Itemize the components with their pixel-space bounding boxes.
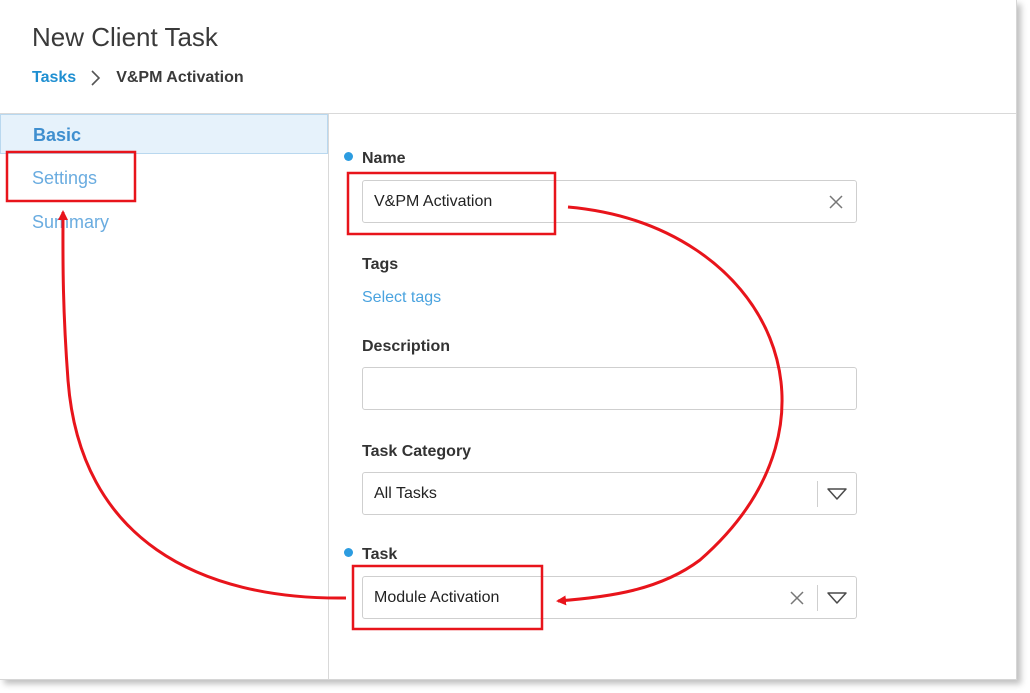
name-field[interactable]: V&PM Activation [362, 180, 857, 223]
tags-label: Tags [362, 256, 399, 273]
breadcrumb-current: V&PM Activation [116, 69, 244, 86]
task-category-value: All Tasks [374, 485, 437, 502]
task-value: Module Activation [374, 589, 500, 606]
description-field[interactable] [362, 367, 857, 410]
name-label: Name [362, 150, 406, 167]
task-category-label: Task Category [362, 443, 472, 460]
page-title: New Client Task [32, 22, 218, 52]
required-indicator [344, 152, 353, 161]
select-separator [817, 585, 818, 611]
chevron-right-icon [91, 70, 101, 86]
select-separator [817, 481, 818, 507]
sidebar-item-basic[interactable]: Basic [0, 114, 328, 154]
task-select[interactable]: Module Activation [362, 576, 857, 619]
required-indicator [344, 548, 353, 557]
sidebar-item-settings[interactable]: Settings [0, 158, 328, 198]
description-label: Description [362, 338, 451, 355]
close-icon[interactable] [828, 194, 844, 210]
sidebar: Basic Settings Summary [0, 114, 329, 679]
breadcrumb-tasks-link[interactable]: Tasks [32, 69, 76, 87]
name-value: V&PM Activation [374, 193, 493, 210]
close-icon[interactable] [789, 590, 805, 606]
breadcrumb: Tasks V&PM Activation [32, 69, 244, 87]
client-task-window: New Client Task Tasks V&PM Activation Ba… [0, 0, 1017, 680]
task-category-select[interactable]: All Tasks [362, 472, 857, 515]
task-label: Task [362, 546, 398, 563]
sidebar-item-summary[interactable]: Summary [0, 202, 328, 242]
dropdown-triangle-icon[interactable] [827, 487, 847, 501]
select-tags-link[interactable]: Select tags [362, 289, 441, 307]
dropdown-triangle-icon[interactable] [827, 591, 847, 605]
